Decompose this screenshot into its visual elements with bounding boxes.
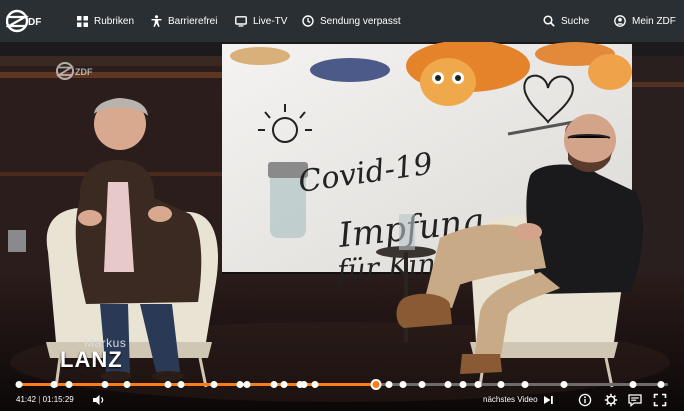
duration: 01:15:29 xyxy=(42,395,74,404)
subtitles-icon[interactable] xyxy=(628,393,642,408)
chapter-marker[interactable] xyxy=(444,381,452,388)
chapter-marker[interactable] xyxy=(177,381,185,388)
zdf-mediathek-player-page: DF Rubriken Barrierefrei Live-TV Sendung… xyxy=(0,0,684,411)
next-video-icon[interactable] xyxy=(541,393,555,407)
chapter-marker[interactable] xyxy=(474,381,482,388)
nav-barrierefrei[interactable]: Barrierefrei xyxy=(151,0,217,42)
volume-icon[interactable] xyxy=(92,393,106,407)
time-display: 41:42 | 01:15:29 xyxy=(16,395,74,404)
chapter-marker[interactable] xyxy=(521,381,529,388)
progress-scrubber-handle[interactable] xyxy=(370,379,382,390)
chapter-marker[interactable] xyxy=(560,381,568,388)
next-video-label[interactable]: nächstes Video xyxy=(483,395,538,404)
chapter-marker[interactable] xyxy=(300,381,308,388)
nav-rubriken-label: Rubriken xyxy=(94,15,135,27)
chapter-marker[interactable] xyxy=(210,381,218,388)
info-icon[interactable] xyxy=(578,393,592,407)
progress-bar[interactable] xyxy=(16,383,668,386)
chapter-marker[interactable] xyxy=(280,381,288,388)
chapter-marker[interactable] xyxy=(15,381,23,388)
nav-barrierefrei-label: Barrierefrei xyxy=(168,15,218,27)
grid-icon xyxy=(77,15,88,27)
fullscreen-icon[interactable] xyxy=(653,393,667,407)
nav-sendung-verpasst-label: Sendung verpasst xyxy=(320,15,401,27)
chapter-marker[interactable] xyxy=(50,381,58,388)
chapter-marker[interactable] xyxy=(243,381,251,388)
chapter-marker[interactable] xyxy=(385,381,393,388)
clock-icon xyxy=(302,15,314,27)
chapter-marker[interactable] xyxy=(311,381,319,388)
search-icon xyxy=(543,15,555,27)
svg-text:DF: DF xyxy=(28,17,41,28)
chapter-marker[interactable] xyxy=(164,381,172,388)
chapter-marker[interactable] xyxy=(459,381,467,388)
nav-mein-zdf-label: Mein ZDF xyxy=(632,15,676,27)
player-controls: 41:42 | 01:15:29 nächstes Video xyxy=(0,376,684,411)
nav-search[interactable]: Suche xyxy=(543,0,589,42)
nav-mein-zdf[interactable]: Mein ZDF xyxy=(614,0,676,42)
current-time: 41:42 xyxy=(16,395,37,404)
zdf-logo[interactable]: DF xyxy=(4,8,46,34)
nav-search-label: Suche xyxy=(561,15,590,27)
chapter-marker[interactable] xyxy=(270,381,278,388)
chapter-marker[interactable] xyxy=(418,381,426,388)
chapter-marker[interactable] xyxy=(497,381,505,388)
tv-icon xyxy=(235,15,247,27)
svg-text:ZDF: ZDF xyxy=(75,67,93,77)
chapter-marker[interactable] xyxy=(123,381,131,388)
chapter-marker[interactable] xyxy=(101,381,109,388)
zdf-watermark-logo: ZDF xyxy=(55,60,96,82)
chapter-marker[interactable] xyxy=(399,381,407,388)
chapter-marker[interactable] xyxy=(657,381,665,388)
settings-gear-icon[interactable] xyxy=(604,393,618,407)
show-name-last: LANZ xyxy=(60,347,123,372)
nav-sendung-verpasst[interactable]: Sendung verpasst xyxy=(302,0,401,42)
nav-rubriken[interactable]: Rubriken xyxy=(77,0,134,42)
accessibility-icon xyxy=(151,15,162,27)
nav-live-tv-label: Live-TV xyxy=(253,15,288,27)
top-navigation-bar: DF Rubriken Barrierefrei Live-TV Sendung… xyxy=(0,0,684,42)
nav-live-tv[interactable]: Live-TV xyxy=(235,0,287,42)
chapter-marker[interactable] xyxy=(629,381,637,388)
user-icon xyxy=(614,15,626,27)
chapter-marker[interactable] xyxy=(65,381,73,388)
